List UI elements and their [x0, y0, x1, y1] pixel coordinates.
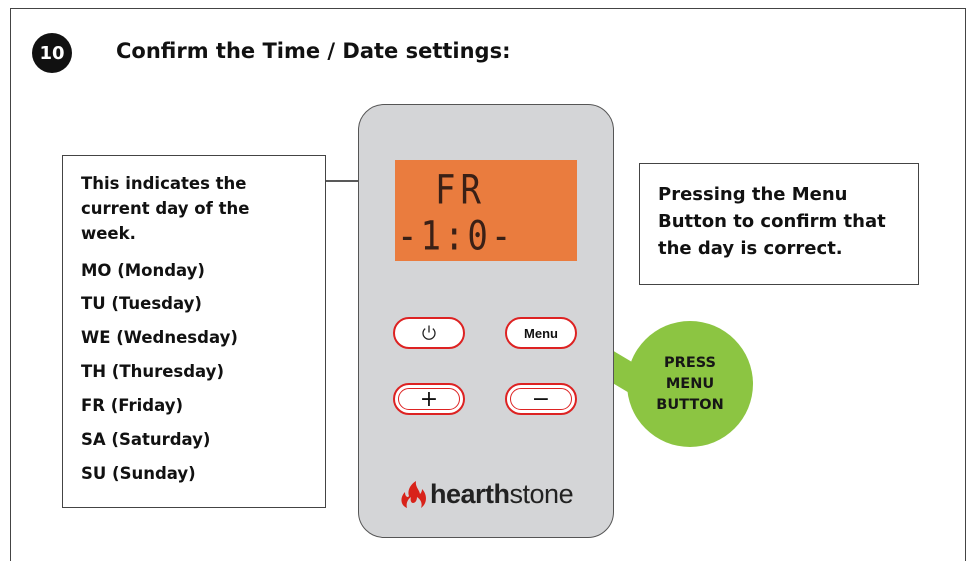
day-info-line: current day of the [81, 199, 250, 218]
day-info-line: week. [81, 224, 136, 243]
hearthstone-logo: hearthstone [398, 478, 574, 510]
instruction-box: Pressing the Menu Button to confirm that… [639, 163, 919, 285]
lcd-display: FR -1:0- [395, 160, 577, 261]
day-list-item: SU (Sunday) [81, 464, 196, 483]
day-list-item: WE (Wednesday) [81, 328, 238, 347]
display-day: FR [435, 167, 486, 215]
minus-icon: − [531, 386, 551, 412]
press-line-1: PRESS [664, 354, 716, 371]
day-list-item: TU (Tuesday) [81, 294, 202, 313]
menu-button[interactable]: Menu [505, 317, 577, 349]
instruction-line: Pressing the Menu [658, 184, 848, 205]
flame-icon [401, 481, 426, 508]
day-list-item: SA (Saturday) [81, 430, 211, 449]
power-icon [422, 325, 436, 340]
day-info-box: This indicates the current day of the we… [62, 155, 326, 508]
instruction-line: Button to confirm that [658, 211, 886, 232]
day-info-line: This indicates the [81, 174, 247, 193]
press-line-2: MENU [665, 375, 715, 392]
plus-button[interactable]: + [393, 383, 465, 415]
instruction-line: the day is correct. [658, 238, 843, 259]
minus-button[interactable]: − [505, 383, 577, 415]
day-list-item: TH (Thuresday) [81, 362, 224, 381]
day-list-item: FR (Friday) [81, 396, 184, 415]
display-time: -1:0- [397, 213, 515, 261]
day-list-item: MO (Monday) [81, 261, 205, 280]
press-menu-callout: PRESS MENU BUTTON [627, 321, 753, 447]
logo-text: hearthstone [430, 478, 574, 509]
power-button[interactable] [393, 317, 465, 349]
press-line-3: BUTTON [656, 396, 724, 413]
menu-button-label: Menu [524, 325, 558, 341]
plus-icon: + [419, 386, 439, 412]
